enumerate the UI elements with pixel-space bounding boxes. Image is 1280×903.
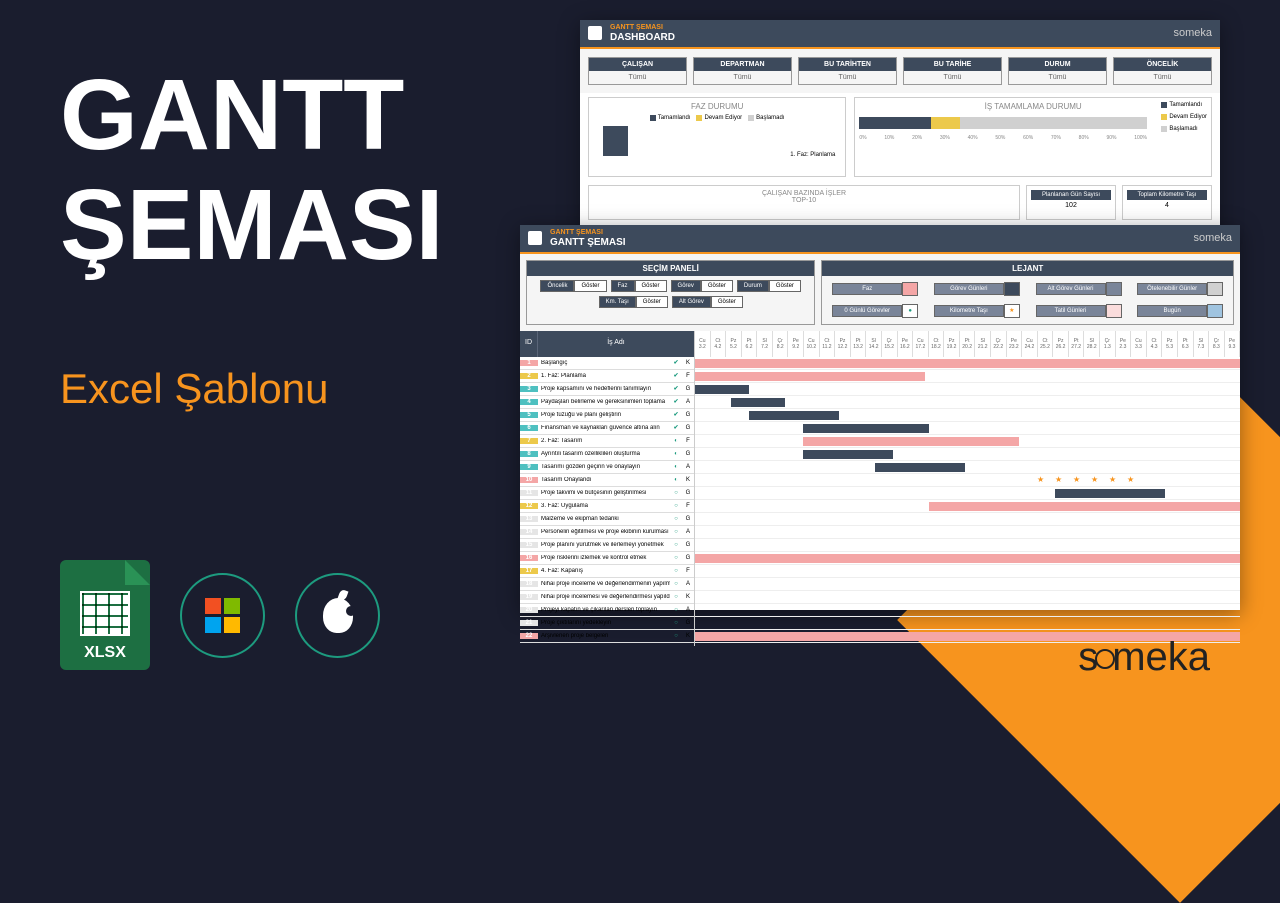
task-row[interactable]: 1Başlangıç✔K (520, 357, 694, 370)
task-row[interactable]: 21. Faz: Planlama✔F (520, 370, 694, 383)
task-row[interactable]: 9Tasarımı gözden geçirin ve onaylayın◐A (520, 461, 694, 474)
legend-item: Görev Günleri (934, 282, 1020, 296)
task-row[interactable]: 123. Faz: Uygulama○F (520, 500, 694, 513)
phase-status-chart: FAZ DURUMU TamamlandıDevam EdiyorBaşlama… (588, 97, 846, 177)
top10-chart: ÇALIŞAN BAZINDA İŞLERTOP-10 (588, 185, 1020, 220)
legend-item: 0 Günlü Görevler● (832, 304, 918, 318)
filter[interactable]: ÖNCELİKTümü (1113, 57, 1212, 85)
panel-button[interactable]: ÖncelikGöster (540, 280, 606, 292)
someka-logo: smeka (1078, 635, 1210, 680)
dashboard-window: GANTT ŞEMASIDASHBOARD someka ÇALIŞANTümü… (580, 20, 1220, 240)
task-row[interactable]: 174. Faz: Kapanış○F (520, 565, 694, 578)
apple-icon (295, 573, 380, 658)
window-header: GANTT ŞEMASIDASHBOARD someka (580, 20, 1220, 49)
task-row[interactable]: 19Nihai proje incelemesi ve değerlendirm… (520, 591, 694, 604)
total-milestones: Toplam Kilometre Taşı4 (1122, 185, 1212, 220)
filter[interactable]: BU TARİHTENTümü (798, 57, 897, 85)
filter[interactable]: DEPARTMANTümü (693, 57, 792, 85)
task-row[interactable]: 4Paydaşları belirleme ve gereksinimleri … (520, 396, 694, 409)
panel-button[interactable]: DurumGöster (737, 280, 801, 292)
gantt-window: GANTT ŞEMASIGANTT ŞEMASI someka SEÇİM PA… (520, 225, 1240, 610)
task-row[interactable]: 6Finansman ve kaynakları güvence altına … (520, 422, 694, 435)
task-row[interactable]: 3Proje kapsamını ve hedeflerini tanımlay… (520, 383, 694, 396)
task-row[interactable]: 18Nihai proje inceleme ve değerlendirmen… (520, 578, 694, 591)
legend-item: Alt Görev Günleri (1036, 282, 1122, 296)
task-row[interactable]: 23Bitiş○G (520, 643, 694, 646)
selection-panel: SEÇİM PANELİ ÖncelikGösterFazGösterGörev… (526, 260, 815, 325)
task-row[interactable]: 72. Faz: Tasarım◐F (520, 435, 694, 448)
task-row[interactable]: 8Ayrıntılı tasarım özelliklileri oluştur… (520, 448, 694, 461)
subtitle: Excel Şablonu (60, 365, 329, 413)
completion-chart: İŞ TAMAMLAMA DURUMU TamamlandıDevam Ediy… (854, 97, 1212, 177)
legend-panel: LEJANT FazGörev GünleriAlt Görev Günleri… (821, 260, 1234, 325)
filter[interactable]: DURUMTümü (1008, 57, 1107, 85)
filter[interactable]: BU TARİHETümü (903, 57, 1002, 85)
window-header: GANTT ŞEMASIGANTT ŞEMASI someka (520, 225, 1240, 254)
task-row[interactable]: 14Personelin eğitilmesi ve proje ekibini… (520, 526, 694, 539)
task-row[interactable]: 22Arşivlenen proje belgeleri○K (520, 630, 694, 643)
task-row[interactable]: 5Proje tüzüğü ve planı geliştirin✔G (520, 409, 694, 422)
xlsx-icon: XLSX (60, 560, 150, 670)
planned-days: Planlanan Gün Sayısı102 (1026, 185, 1116, 220)
task-row[interactable]: 21Proje çıktılarını yedekleyin○G (520, 617, 694, 630)
legend-item: Bugün (1137, 304, 1223, 318)
legend-item: Kilometre Taşı★ (934, 304, 1020, 318)
task-row[interactable]: 16Proje risklerini izlemek ve kontrol et… (520, 552, 694, 565)
task-row[interactable]: 15Proje planını yürütmek ve ilerlemeyi y… (520, 539, 694, 552)
panel-button[interactable]: Km. TaşıGöster (599, 296, 668, 308)
task-row[interactable]: 20Projeyi kapatın ve çıkarılan dersleri … (520, 604, 694, 617)
panel-button[interactable]: GörevGöster (671, 280, 733, 292)
task-row[interactable]: 10Tasarım Onaylandı◐K (520, 474, 694, 487)
task-row[interactable]: 11Proje takvimi ve bütçesinin geliştiril… (520, 487, 694, 500)
task-row[interactable]: 13Malzeme ve ekipman tedariki○G (520, 513, 694, 526)
panel-button[interactable]: Alt GörevGöster (672, 296, 743, 308)
filter[interactable]: ÇALIŞANTümü (588, 57, 687, 85)
legend-item: Ötelenebilir Günler (1137, 282, 1223, 296)
panel-button[interactable]: FazGöster (611, 280, 667, 292)
legend-item: Faz (832, 282, 918, 296)
main-title: GANTT ŞEMASI (60, 60, 443, 280)
legend-item: Tatil Günleri (1036, 304, 1122, 318)
windows-icon (180, 573, 265, 658)
